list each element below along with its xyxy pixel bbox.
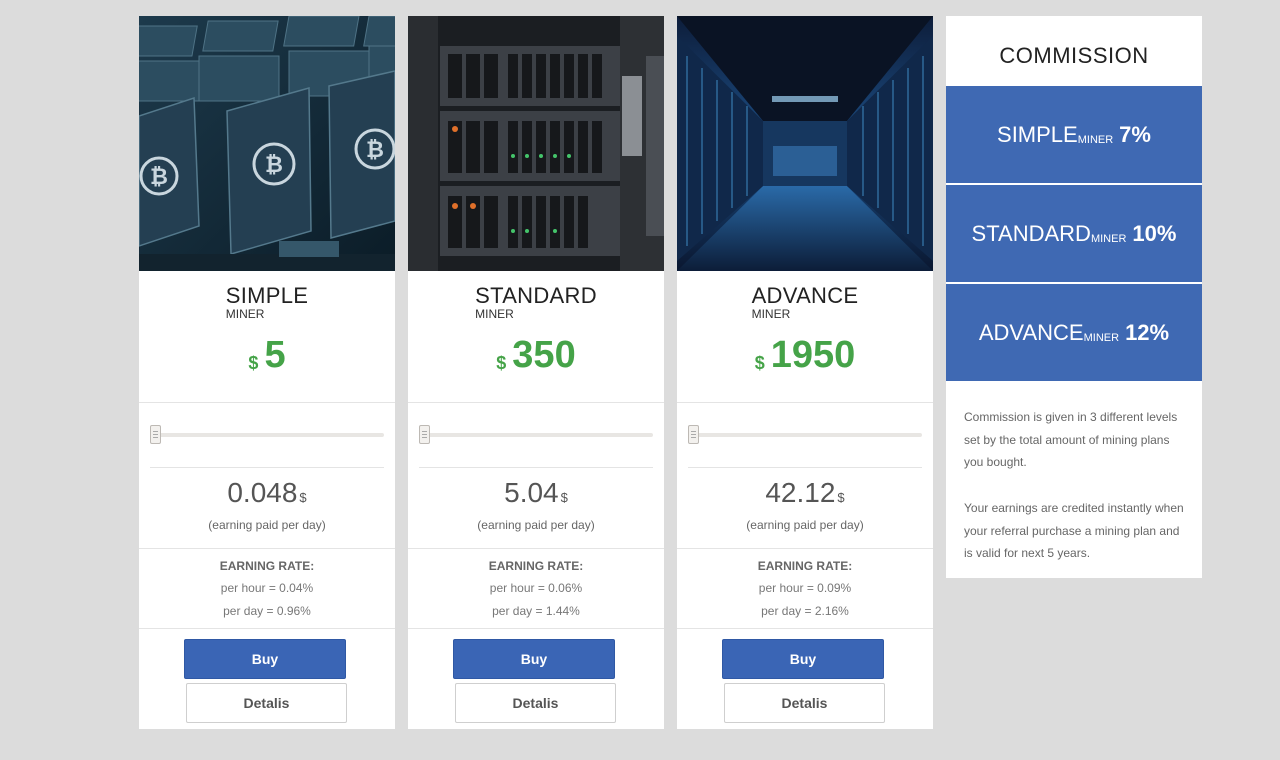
commission-level-name: STANDARD — [971, 220, 1091, 246]
commission-level-advance: ADVANCE MINER 12% — [946, 284, 1202, 381]
amount-slider-handle[interactable] — [150, 425, 161, 444]
currency-symbol: $ — [754, 353, 765, 373]
price-amount: 5 — [264, 334, 286, 376]
plan-subtitle: MINER — [751, 307, 791, 321]
amount-slider-handle[interactable] — [688, 425, 699, 444]
earning-unit: $ — [560, 490, 568, 505]
divider — [419, 467, 653, 468]
svg-text:₿: ₿ — [366, 138, 384, 163]
divider — [139, 402, 395, 403]
rate-per-hour: per hour = 0.06% — [489, 581, 583, 595]
price-amount: 1950 — [770, 334, 856, 376]
amount-slider-track[interactable] — [419, 433, 653, 437]
plan-card-simple: ₿ ₿ ₿ SIMPLE MINER $5 0.048 $ (earning pa… — [139, 16, 395, 729]
commission-level-percent: 10% — [1132, 220, 1177, 246]
gpu-mining-rig-photo: ₿ ₿ ₿ — [139, 16, 395, 271]
rate-per-day: per day = 1.44% — [492, 604, 580, 618]
commission-level-sub: MINER — [1090, 232, 1127, 245]
rate-per-day: per day = 2.16% — [761, 604, 849, 618]
earning-note: (earning paid per day) — [208, 518, 326, 532]
currency-symbol: $ — [248, 353, 259, 373]
plan-name: ADVANCE — [751, 283, 859, 308]
commission-title: COMMISSION — [999, 43, 1149, 68]
daily-earning: 0.048 $ — [139, 477, 395, 509]
earning-rate-title: EARNING RATE: — [757, 559, 853, 573]
plan-card-advance: ADVANCE MINER $1950 42.12 $ (earning paid… — [677, 16, 933, 729]
divider — [139, 628, 395, 629]
svg-text:₿: ₿ — [265, 153, 283, 178]
details-button[interactable]: Detalis — [455, 683, 616, 723]
amount-slider-track[interactable] — [688, 433, 922, 437]
divider — [677, 548, 933, 549]
commission-level-name: ADVANCE — [978, 319, 1084, 345]
divider — [150, 467, 384, 468]
commission-earnings-note: Your earnings are credited instantly whe… — [964, 501, 1184, 561]
amount-slider-handle[interactable] — [419, 425, 430, 444]
plan-price: $350 — [408, 334, 664, 377]
amount-slider-track[interactable] — [150, 433, 384, 437]
buy-button[interactable]: Buy — [184, 639, 346, 679]
plan-name: SIMPLE — [225, 283, 309, 308]
earning-unit: $ — [299, 490, 307, 505]
divider — [408, 628, 664, 629]
earning-rate-title: EARNING RATE: — [219, 559, 315, 573]
divider — [677, 628, 933, 629]
price-amount: 350 — [512, 334, 576, 376]
server-rack-photo — [408, 16, 664, 271]
buy-button[interactable]: Buy — [722, 639, 884, 679]
plan-subtitle: MINER — [475, 307, 514, 321]
divider — [408, 548, 664, 549]
commission-level-percent: 12% — [1125, 319, 1170, 345]
commission-description: Commission is given in 3 different level… — [964, 410, 1178, 470]
plan-price: $1950 — [677, 334, 933, 377]
commission-level-name: SIMPLE — [997, 121, 1078, 147]
divider — [408, 402, 664, 403]
data-center-aisle-photo — [677, 16, 933, 271]
plan-price: $5 — [139, 334, 395, 377]
commission-level-standard: STANDARD MINER 10% — [946, 185, 1202, 282]
daily-earning: 42.12 $ — [677, 477, 933, 509]
divider — [677, 402, 933, 403]
divider — [139, 548, 395, 549]
commission-level-percent: 7% — [1119, 121, 1151, 147]
details-button[interactable]: Detalis — [724, 683, 885, 723]
commission-panel: COMMISSION SIMPLE MINER 7% STANDARD MINER 10… — [946, 16, 1202, 578]
plan-subtitle: MINER — [225, 307, 265, 321]
details-button[interactable]: Detalis — [186, 683, 347, 723]
earning-value: 42.12 — [765, 477, 836, 508]
currency-symbol: $ — [496, 353, 507, 373]
rate-per-hour: per hour = 0.09% — [758, 581, 852, 595]
commission-level-sub: MINER — [1077, 133, 1114, 146]
commission-level-sub: MINER — [1083, 331, 1120, 344]
buy-button[interactable]: Buy — [453, 639, 615, 679]
divider — [688, 467, 922, 468]
earning-note: (earning paid per day) — [746, 518, 864, 532]
earning-rate-title: EARNING RATE: — [488, 559, 584, 573]
earning-note: (earning paid per day) — [477, 518, 595, 532]
rate-per-hour: per hour = 0.04% — [220, 581, 314, 595]
earning-value: 5.04 — [504, 477, 559, 508]
earning-unit: $ — [837, 490, 845, 505]
earning-value: 0.048 — [227, 477, 298, 508]
plan-card-standard: STANDARD MINER $350 5.04 $ (earning paid … — [408, 16, 664, 729]
rate-per-day: per day = 0.96% — [223, 604, 311, 618]
svg-text:₿: ₿ — [150, 165, 168, 190]
daily-earning: 5.04 $ — [408, 477, 664, 509]
commission-level-simple: SIMPLE MINER 7% — [946, 86, 1202, 183]
plan-name: STANDARD — [475, 283, 597, 308]
